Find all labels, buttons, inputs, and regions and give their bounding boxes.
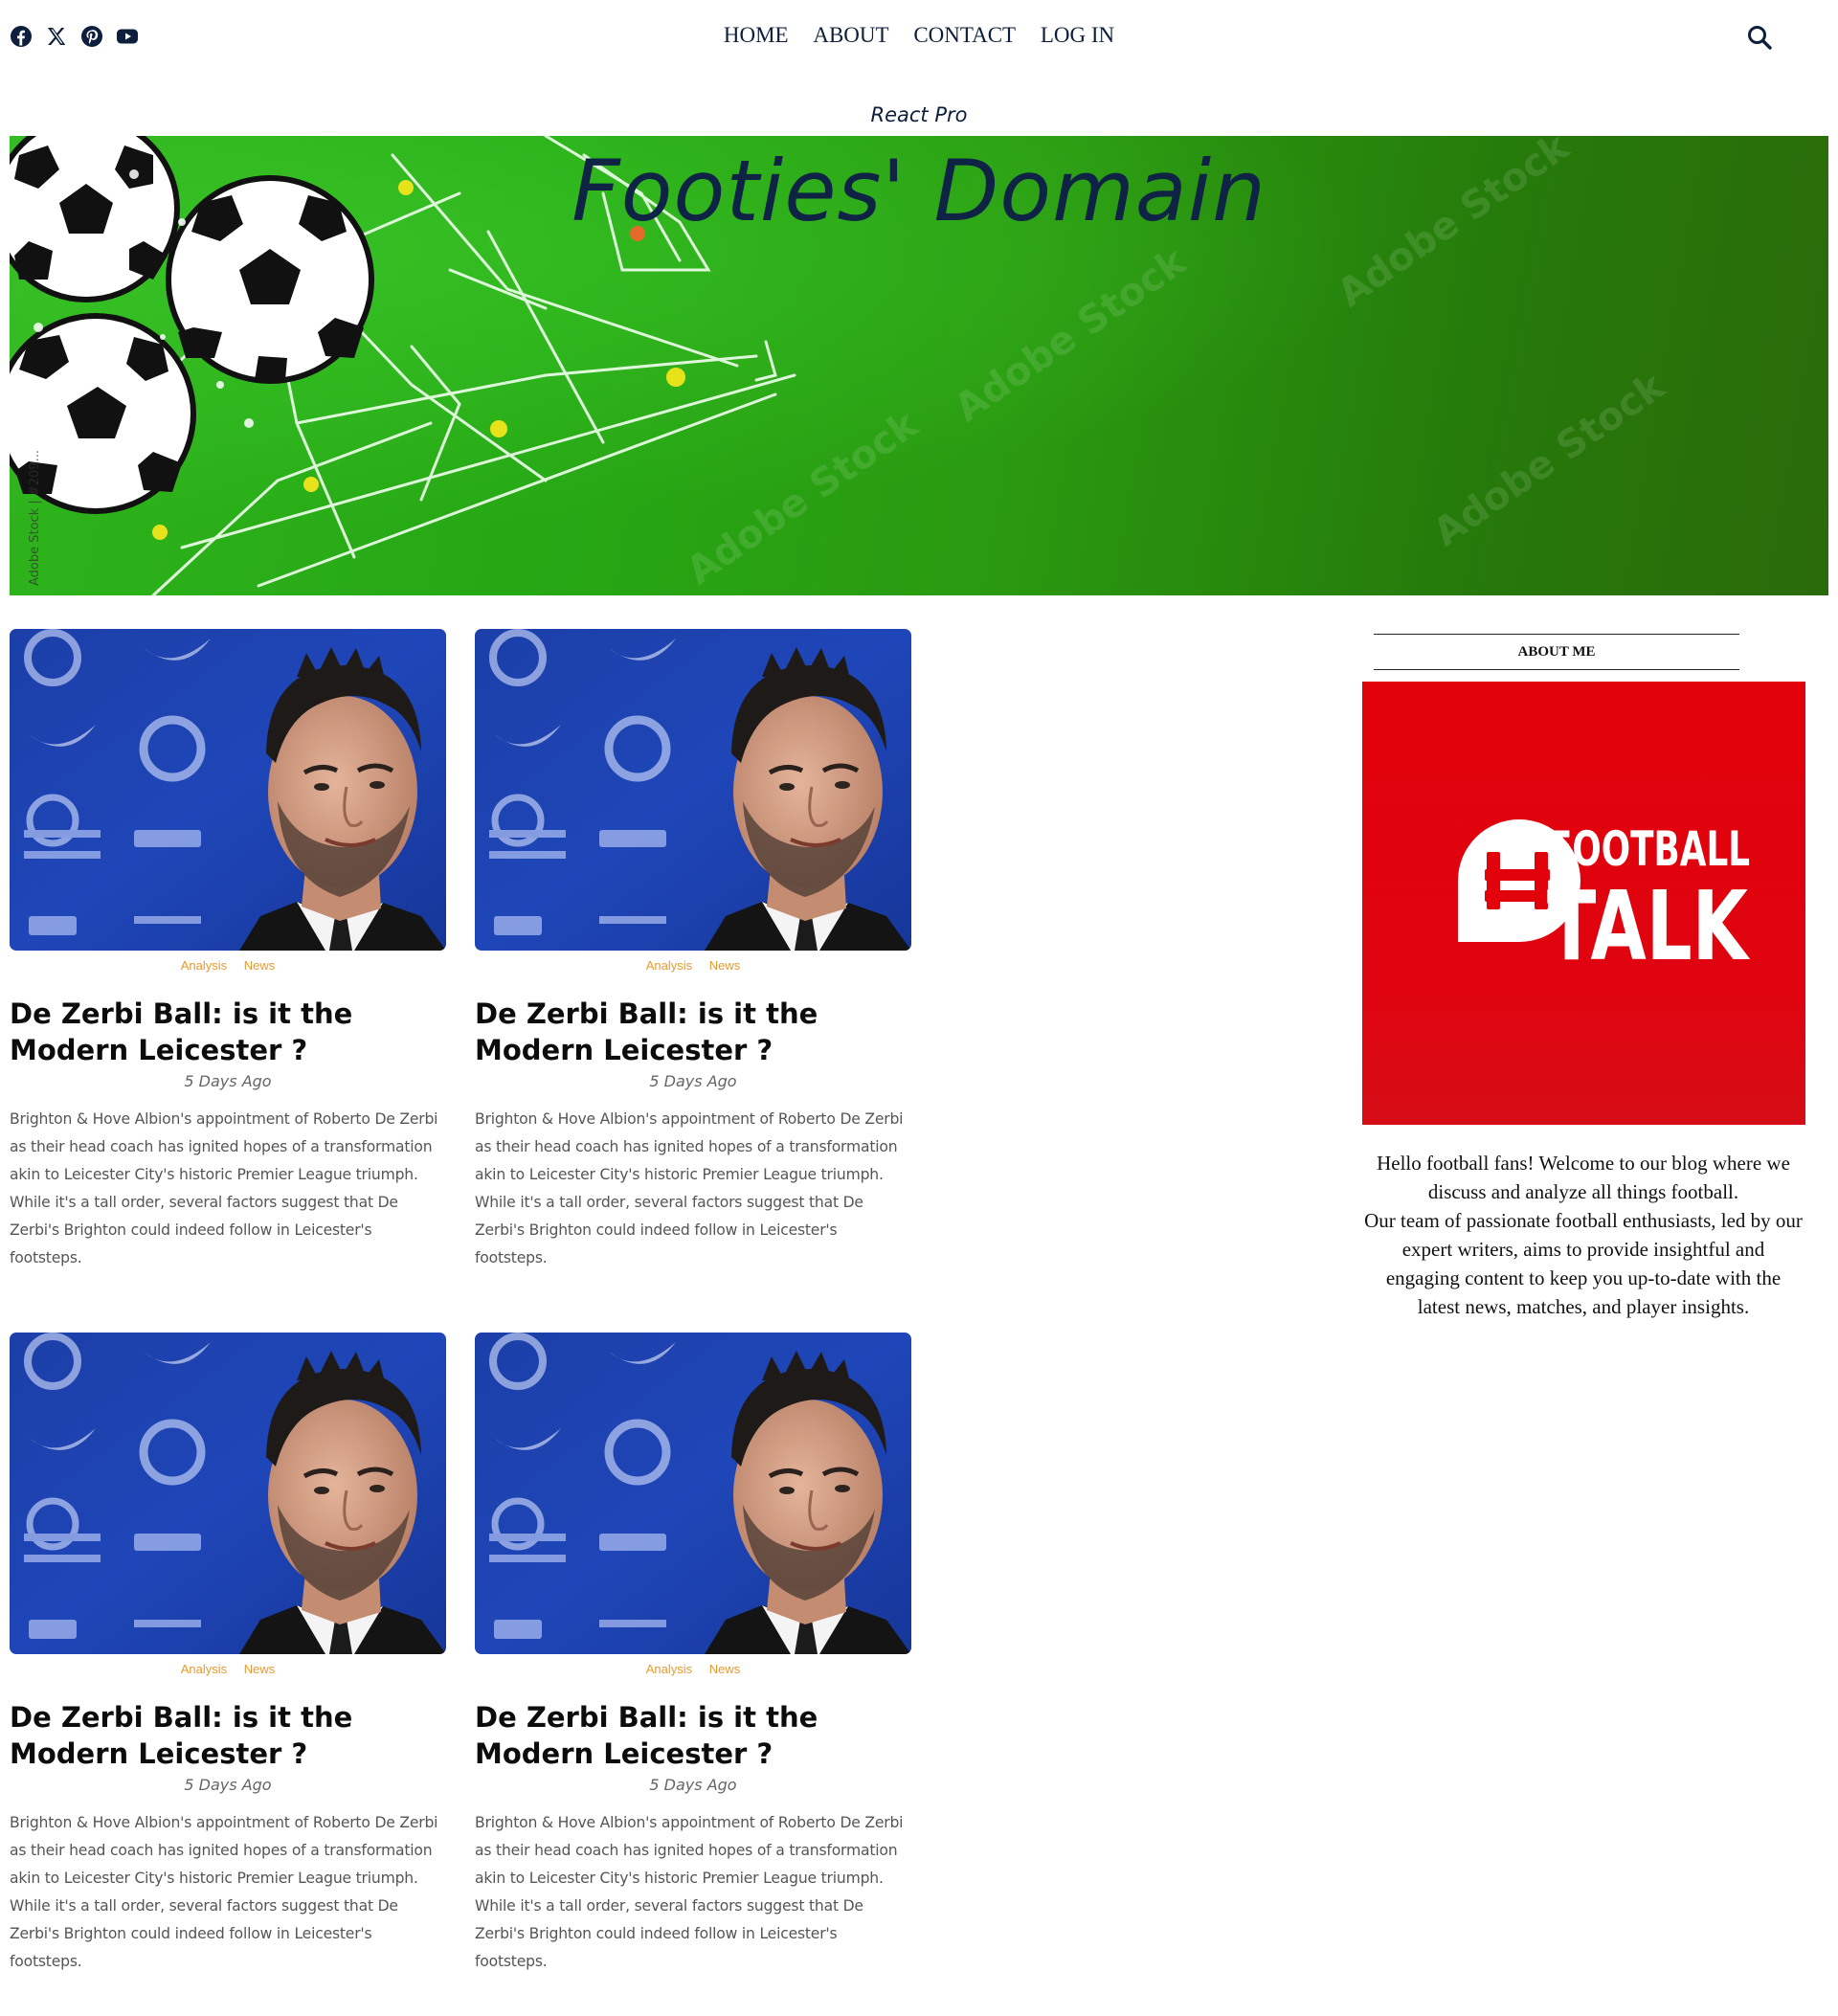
post-card: Analysis News De Zerbi Ball: is it the M… [10, 629, 446, 1272]
category-news[interactable]: News [244, 958, 276, 973]
category-news[interactable]: News [709, 958, 741, 973]
category-news[interactable]: News [244, 1662, 276, 1676]
football-talk-logo: FOOTBALL TALK [1458, 819, 1751, 982]
post-title[interactable]: De Zerbi Ball: is it the Modern Leiceste… [475, 996, 911, 1068]
hero-banner: Adobe Stock Adobe Stock Adobe Stock Adob… [10, 136, 1828, 595]
post-excerpt: Brighton & Hove Albion's appointment of … [475, 1814, 904, 1970]
site-title[interactable]: Footies' Domain [10, 142, 1828, 240]
nav-login[interactable]: LOG IN [1041, 23, 1114, 48]
about-paragraph-1: Hello football fans! Welcome to our blog… [1377, 1152, 1790, 1203]
coach-photo [475, 1333, 911, 1654]
post-title[interactable]: De Zerbi Ball: is it the Modern Leiceste… [10, 1699, 446, 1772]
post-date: 5 Days Ago [649, 1776, 737, 1794]
category-analysis[interactable]: Analysis [646, 958, 692, 973]
post-title[interactable]: De Zerbi Ball: is it the Modern Leiceste… [10, 996, 446, 1068]
post-card: Analysis News De Zerbi Ball: is it the M… [475, 629, 911, 1272]
post-excerpt: Brighton & Hove Albion's appointment of … [10, 1814, 438, 1970]
category-news[interactable]: News [709, 1662, 741, 1676]
about-me-text: Hello football fans! Welcome to our blog… [1364, 1149, 1803, 1321]
post-date: 5 Days Ago [184, 1072, 272, 1090]
svg-text:TALK: TALK [1547, 870, 1751, 982]
search-icon[interactable] [1746, 24, 1773, 51]
post-thumbnail[interactable] [10, 629, 446, 951]
post-thumbnail[interactable] [475, 1333, 911, 1654]
post-categories: Analysis News [475, 1662, 911, 1676]
post-excerpt: Brighton & Hove Albion's appointment of … [475, 1110, 904, 1266]
post-date: 5 Days Ago [184, 1776, 272, 1794]
about-paragraph-2: Our team of passionate football enthusia… [1364, 1209, 1803, 1318]
hero-watermark: Adobe Stock | #209... [28, 450, 42, 586]
post-excerpt: Brighton & Hove Albion's appointment of … [10, 1110, 438, 1266]
category-analysis[interactable]: Analysis [181, 1662, 227, 1676]
category-analysis[interactable]: Analysis [646, 1662, 692, 1676]
main-nav: HOME ABOUT CONTACT LOG IN [0, 23, 1838, 48]
nav-contact[interactable]: CONTACT [913, 23, 1016, 48]
post-categories: Analysis News [10, 958, 446, 973]
coach-photo [475, 629, 911, 951]
site-tagline: React Pro [870, 103, 968, 126]
about-me-heading: ABOUT ME [1374, 634, 1739, 670]
post-card: Analysis News De Zerbi Ball: is it the M… [10, 1333, 446, 1976]
nav-home[interactable]: HOME [724, 23, 789, 48]
coach-photo [10, 1333, 446, 1654]
post-card: Analysis News De Zerbi Ball: is it the M… [475, 1333, 911, 1976]
post-thumbnail[interactable] [475, 629, 911, 951]
post-title[interactable]: De Zerbi Ball: is it the Modern Leiceste… [475, 1699, 911, 1772]
post-categories: Analysis News [10, 1662, 446, 1676]
post-date: 5 Days Ago [649, 1072, 737, 1090]
post-thumbnail[interactable] [10, 1333, 446, 1654]
nav-about[interactable]: ABOUT [813, 23, 888, 48]
top-navbar: HOME ABOUT CONTACT LOG IN [0, 0, 1838, 75]
post-categories: Analysis News [475, 958, 911, 973]
category-analysis[interactable]: Analysis [181, 958, 227, 973]
football-talk-ad[interactable]: FOOTBALL TALK [1362, 682, 1805, 1125]
svg-text:FOOTBALL: FOOTBALL [1549, 821, 1750, 877]
coach-photo [10, 629, 446, 951]
